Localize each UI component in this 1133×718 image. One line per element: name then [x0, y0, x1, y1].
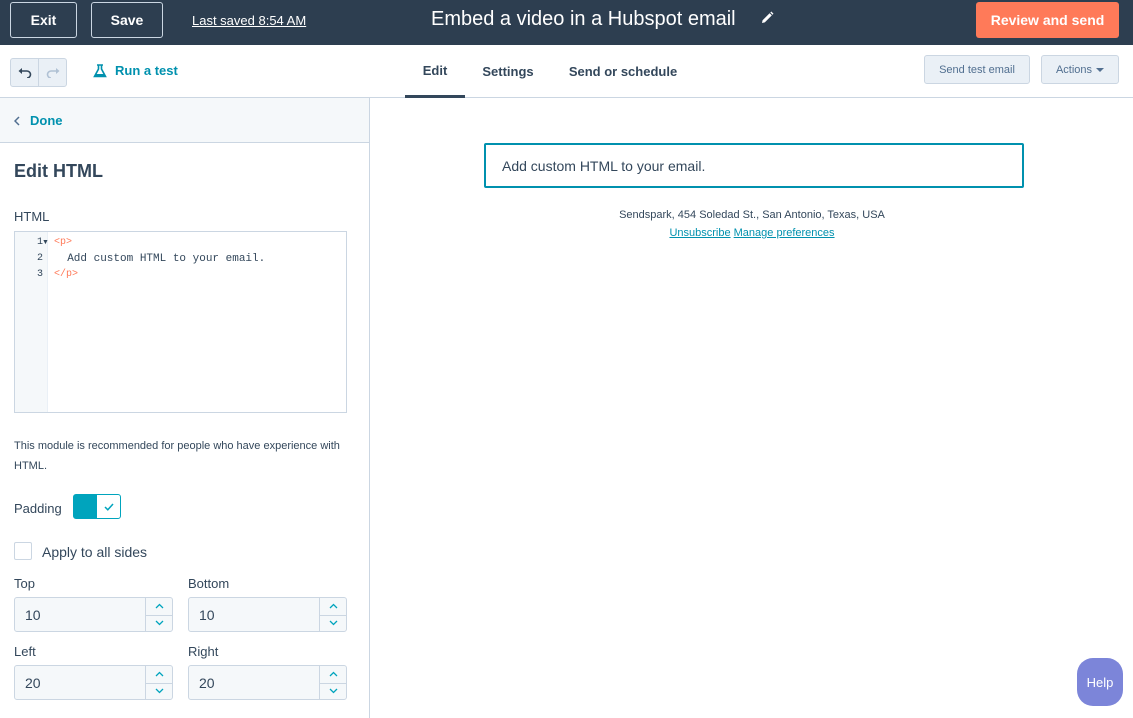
tab-settings[interactable]: Settings: [465, 45, 551, 98]
run-a-test-link[interactable]: Run a test: [93, 63, 178, 78]
padding-toggle[interactable]: [73, 494, 121, 519]
redo-button[interactable]: [38, 59, 66, 86]
chevron-down-icon: [155, 688, 163, 694]
tab-send-or-schedule[interactable]: Send or schedule: [551, 45, 695, 98]
code-line: <p>: [54, 237, 73, 248]
chevron-down-icon: [155, 620, 163, 626]
line-number: 1: [36, 237, 43, 248]
top-padding-input[interactable]: 10: [14, 597, 173, 632]
done-label: Done: [30, 113, 63, 128]
top-padding-label: Top: [14, 576, 35, 591]
stepper: [319, 666, 346, 699]
help-button[interactable]: Help: [1077, 658, 1123, 706]
chevron-up-icon: [155, 671, 163, 677]
editor-toolbar: Run a test Edit Settings Send or schedul…: [0, 45, 1133, 98]
html-code-editor[interactable]: 1 2 3 ▼ <p> Add custom HTML to your emai…: [14, 231, 347, 413]
line-number: 2: [36, 253, 43, 264]
custom-html-text: Add custom HTML to your email.: [502, 158, 706, 174]
fold-arrow-icon[interactable]: ▼: [42, 239, 49, 246]
last-saved-link[interactable]: Last saved 8:54 AM: [192, 13, 306, 28]
right-padding-value[interactable]: 20: [199, 675, 215, 691]
email-title[interactable]: Embed a video in a Hubspot email: [431, 8, 736, 31]
manage-preferences-link[interactable]: Manage preferences: [734, 227, 835, 239]
left-padding-value[interactable]: 20: [25, 675, 41, 691]
right-padding-label: Right: [188, 644, 219, 659]
caret-down-icon: [1096, 67, 1105, 72]
flask-icon: [93, 63, 107, 77]
actions-dropdown[interactable]: Actions: [1041, 55, 1119, 84]
email-preview: Add custom HTML to your email. Sendspark…: [371, 98, 1133, 718]
increment-button[interactable]: [146, 598, 172, 615]
chevron-up-icon: [329, 671, 337, 677]
line-number: 3: [36, 269, 43, 280]
apply-all-sides-checkbox[interactable]: [14, 542, 32, 560]
decrement-button[interactable]: [146, 682, 172, 700]
top-bar: Exit Save Last saved 8:54 AM Embed a vid…: [0, 0, 1133, 45]
bottom-padding-value[interactable]: 10: [199, 607, 215, 623]
increment-button[interactable]: [320, 598, 346, 615]
undo-button[interactable]: [11, 59, 38, 86]
left-padding-input[interactable]: 20: [14, 665, 173, 700]
chevron-down-icon: [329, 688, 337, 694]
left-padding-label: Left: [14, 644, 36, 659]
bottom-padding-input[interactable]: 10: [188, 597, 347, 632]
chevron-left-icon: [14, 115, 20, 126]
stepper: [145, 598, 172, 631]
code-gutter: 1 2 3 ▼: [15, 232, 49, 412]
panel-title: Edit HTML: [14, 161, 103, 181]
chevron-down-icon: [329, 620, 337, 626]
run-a-test-label: Run a test: [115, 63, 178, 78]
right-padding-input[interactable]: 20: [188, 665, 347, 700]
editor-tabs: Edit Settings Send or schedule: [405, 45, 695, 98]
review-and-send-button[interactable]: Review and send: [976, 2, 1119, 38]
undo-icon: [18, 67, 32, 78]
module-edit-panel: Done Edit HTML HTML 1 2 3 ▼ <p> Add cust…: [0, 98, 370, 718]
check-icon: [103, 502, 114, 511]
footer-address: Sendspark, 454 Soledad St., San Antonio,…: [619, 209, 885, 221]
tab-edit[interactable]: Edit: [405, 45, 465, 98]
decrement-button[interactable]: [320, 682, 346, 700]
code-line: Add custom HTML to your email.: [54, 253, 266, 265]
increment-button[interactable]: [320, 666, 346, 683]
redo-icon: [46, 67, 60, 78]
padding-label: Padding: [14, 501, 62, 516]
bottom-padding-label: Bottom: [188, 576, 230, 591]
toggle-knob: [97, 495, 120, 518]
chevron-up-icon: [329, 603, 337, 609]
exit-button[interactable]: Exit: [10, 2, 77, 38]
done-button[interactable]: Done: [14, 113, 63, 128]
toggle-fill: [74, 495, 97, 518]
actions-label: Actions: [1055, 63, 1093, 76]
stepper: [319, 598, 346, 631]
send-test-email-button[interactable]: Send test email: [924, 55, 1030, 84]
footer-links: Unsubscribe Manage preferences: [371, 227, 1133, 239]
undo-redo-group: [10, 58, 67, 87]
decrement-button[interactable]: [146, 614, 172, 632]
apply-all-sides-label[interactable]: Apply to all sides: [42, 544, 147, 560]
module-recommendation-note: This module is recommended for people wh…: [14, 440, 340, 472]
save-button[interactable]: Save: [91, 2, 163, 38]
unsubscribe-link[interactable]: Unsubscribe: [669, 227, 730, 239]
stepper: [145, 666, 172, 699]
decrement-button[interactable]: [320, 614, 346, 632]
done-bar: Done: [0, 98, 369, 143]
pencil-icon[interactable]: [760, 11, 774, 25]
increment-button[interactable]: [146, 666, 172, 683]
top-padding-value[interactable]: 10: [25, 607, 41, 623]
code-line: </p>: [54, 269, 79, 280]
custom-html-module[interactable]: Add custom HTML to your email.: [484, 143, 1024, 188]
chevron-up-icon: [155, 603, 163, 609]
html-field-label: HTML: [14, 209, 50, 224]
